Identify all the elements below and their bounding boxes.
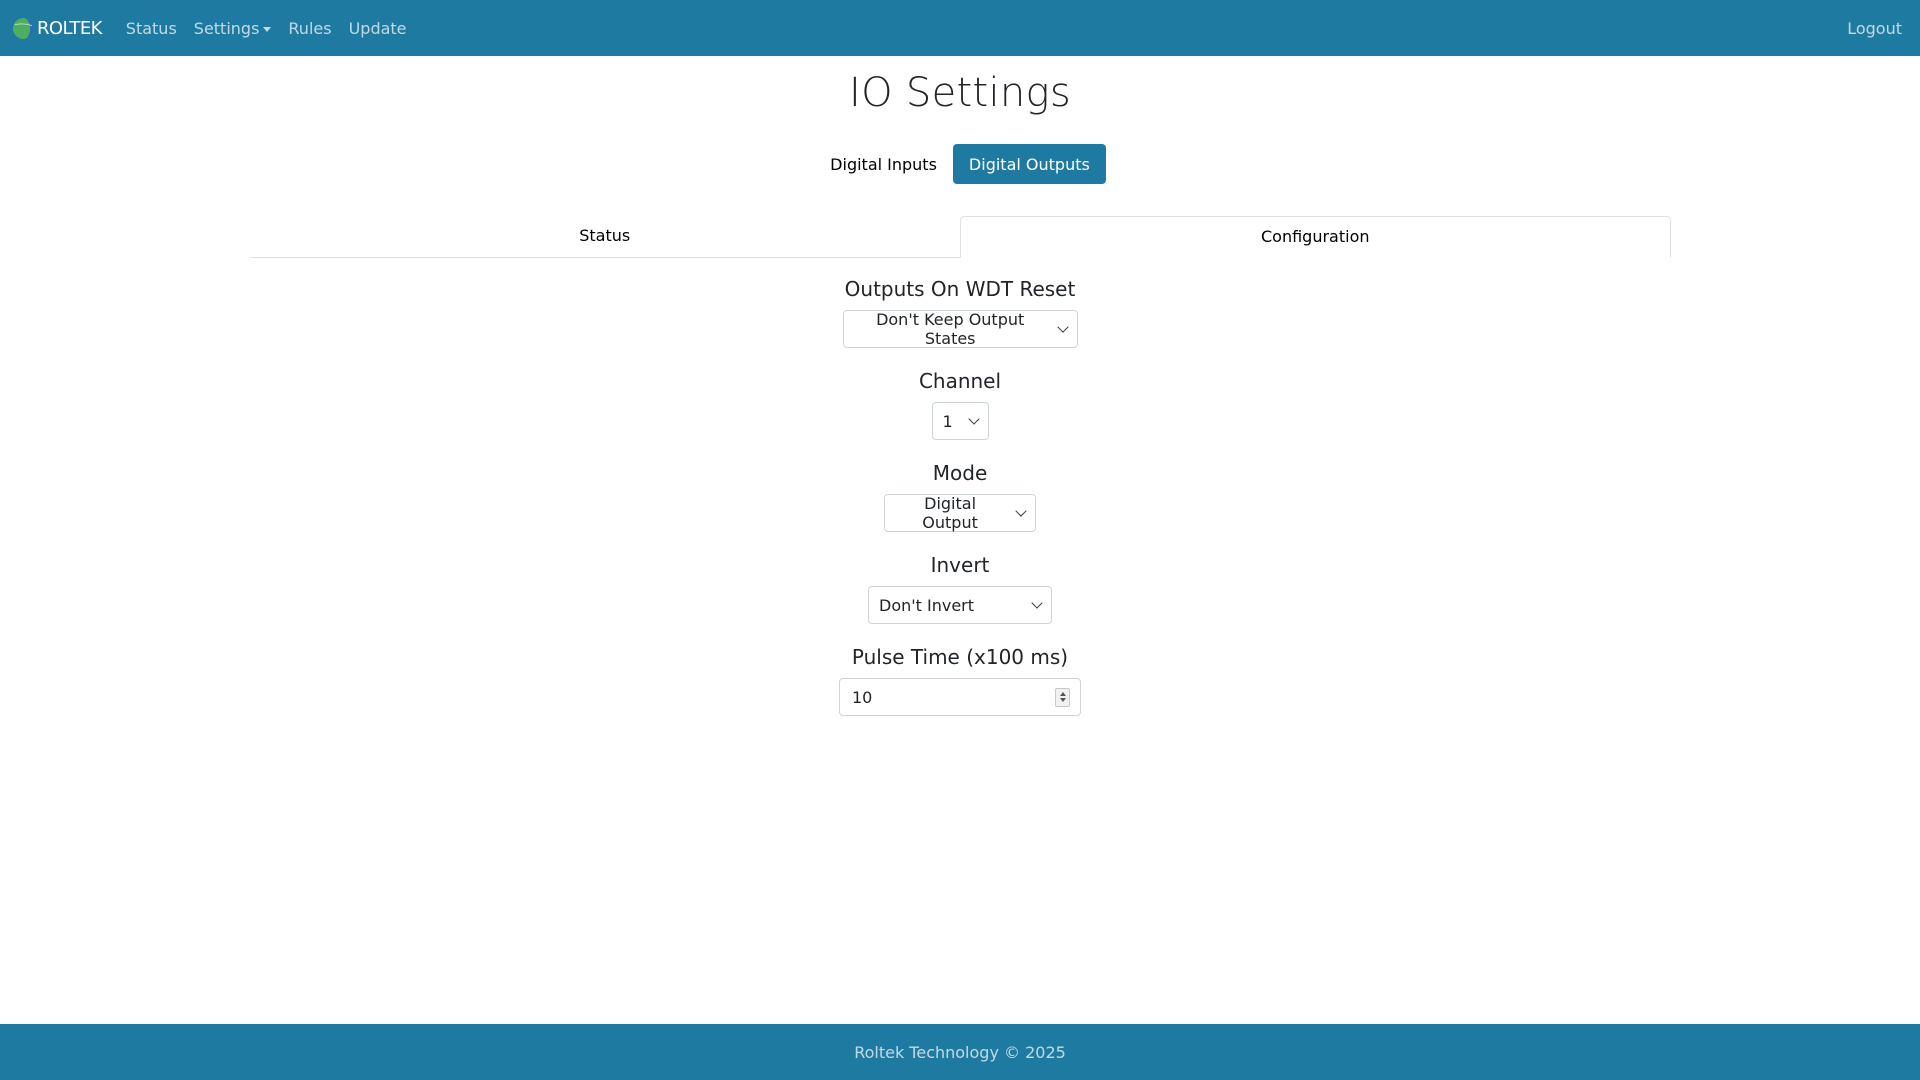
nav-update[interactable]: Update [349, 19, 407, 38]
pulse-time-value: 10 [852, 687, 873, 707]
chevron-down-icon [967, 412, 980, 425]
wdt-reset-label: Outputs On WDT Reset [844, 277, 1076, 301]
nav-settings-dropdown[interactable]: Settings [194, 19, 272, 38]
channel-label: Channel [918, 369, 1002, 393]
nav-status[interactable]: Status [126, 19, 177, 38]
page-footer: Roltek Technology © 2025 [0, 1024, 1920, 1080]
wdt-reset-group: Outputs On WDT Reset Don't Keep Output S… [0, 277, 1920, 348]
nav-rules[interactable]: Rules [288, 19, 331, 38]
io-type-pills: Digital Inputs Digital Outputs [0, 144, 1920, 184]
wdt-reset-value: Don't Keep Output States [876, 310, 1025, 348]
number-spinner-icon[interactable] [1055, 687, 1070, 707]
invert-value: Don't Invert [879, 595, 975, 615]
footer-text: Roltek Technology © 2025 [854, 1042, 1066, 1062]
pulse-time-group: Pulse Time (x100 ms) 10 [0, 645, 1920, 716]
pill-digital-outputs[interactable]: Digital Outputs [952, 144, 1106, 184]
channel-value: 1 [942, 411, 953, 431]
section-tabs: Status Configuration [250, 216, 1671, 258]
pill-digital-inputs[interactable]: Digital Inputs [814, 144, 953, 184]
channel-select[interactable]: 1 [931, 402, 989, 440]
mode-label: Mode [932, 461, 988, 485]
invert-label: Invert [930, 553, 990, 577]
spin-up-icon[interactable] [1059, 691, 1066, 696]
top-navbar: ROLTEK Status Settings Rules Update Logo… [0, 0, 1920, 56]
spin-down-icon[interactable] [1059, 698, 1066, 703]
page-title: IO Settings [849, 70, 1071, 116]
mode-select[interactable]: Digital Output [884, 494, 1036, 532]
pulse-time-input[interactable]: 10 [839, 678, 1081, 716]
invert-select[interactable]: Don't Invert [868, 586, 1052, 624]
wdt-reset-select[interactable]: Don't Keep Output States [842, 310, 1078, 348]
mode-group: Mode Digital Output [0, 461, 1920, 532]
tab-configuration[interactable]: Configuration [959, 216, 1671, 258]
pulse-time-label: Pulse Time (x100 ms) [851, 645, 1069, 669]
chevron-down-icon [1057, 320, 1069, 333]
invert-group: Invert Don't Invert [0, 553, 1920, 624]
brand-link[interactable]: ROLTEK [12, 17, 102, 40]
chevron-down-icon [1015, 504, 1027, 517]
channel-group: Channel 1 [0, 369, 1920, 440]
tab-status[interactable]: Status [250, 216, 960, 257]
roltek-logo-icon [12, 17, 35, 39]
nav-settings-label: Settings [193, 18, 260, 38]
caret-down-icon [263, 26, 272, 32]
mode-value: Digital Output [922, 494, 978, 532]
chevron-down-icon [1031, 596, 1043, 609]
logout-link[interactable]: Logout [1847, 19, 1902, 38]
brand-name: ROLTEK [37, 17, 102, 39]
